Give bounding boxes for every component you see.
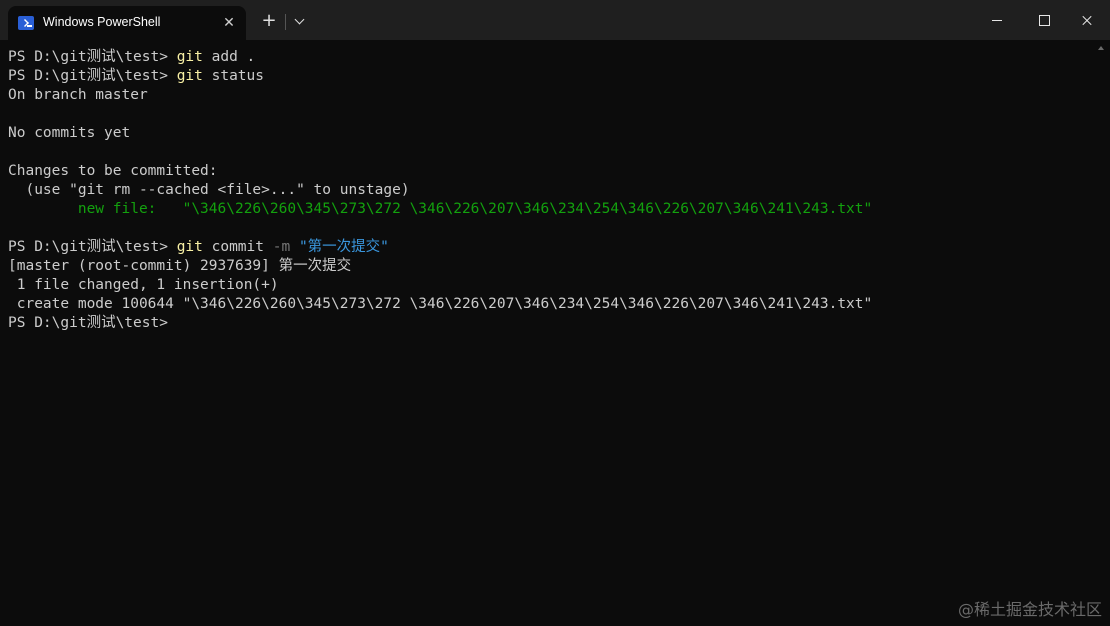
terminal-text: -m (272, 239, 291, 255)
terminal-text: git (176, 68, 203, 84)
terminal-line: [master (root-commit) 2937639] 第一次提交 (8, 257, 872, 276)
terminal-text: Changes to be committed: (8, 163, 218, 179)
terminal-text: [master (root-commit) 2937639] 第一次提交 (8, 258, 352, 274)
terminal-line: 1 file changed, 1 insertion(+) (8, 276, 872, 295)
chevron-down-icon[interactable] (289, 9, 311, 33)
terminal-text: On branch master (8, 87, 148, 103)
minimize-button[interactable] (974, 0, 1020, 40)
terminal-line: (use "git rm --cached <file>..." to unst… (8, 181, 872, 200)
terminal-text: new file: "\346\226\260\345\273\272 \346… (8, 201, 873, 217)
tab-close-icon[interactable]: ✕ (218, 12, 240, 34)
terminal-lines: PS D:\git测试\test> git add . PS D:\git测试\t… (8, 48, 872, 333)
terminal-text: commit (202, 239, 273, 255)
terminal-text: 1 file changed, 1 insertion(+) (8, 277, 279, 293)
tab-divider (285, 14, 286, 30)
terminal-line: PS D:\git测试\test> (8, 314, 872, 333)
terminal-line: new file: "\346\226\260\345\273\272 \346… (8, 200, 872, 219)
tab-windows-powershell[interactable]: Windows PowerShell ✕ (8, 6, 246, 40)
terminal-line: On branch master (8, 86, 872, 105)
terminal-text: (use "git rm --cached <file>..." to unst… (8, 182, 410, 198)
terminal-text: PS D:\git测试\test> (8, 239, 177, 255)
title-bar: Windows PowerShell ✕ + (0, 0, 1110, 40)
terminal-text: create mode 100644 "\346\226\260\345\273… (8, 296, 873, 312)
terminal-text: No commits yet (8, 125, 131, 141)
terminal-text: add . (202, 49, 256, 65)
terminal-line: create mode 100644 "\346\226\260\345\273… (8, 295, 873, 314)
terminal-text: PS D:\git测试\test> (8, 49, 177, 65)
terminal-line: Changes to be committed: (8, 162, 872, 181)
maximize-button[interactable] (1020, 0, 1066, 40)
terminal-output[interactable]: PS D:\git测试\test> git add . PS D:\git测试\t… (0, 40, 1110, 626)
terminal-line: No commits yet (8, 124, 872, 143)
terminal-text: "第一次提交" (298, 239, 389, 255)
terminal-text: PS D:\git测试\test> (8, 315, 168, 331)
terminal-line: PS D:\git测试\test> git commit -m "第一次提交" (8, 238, 872, 257)
terminal-text: PS D:\git测试\test> (8, 68, 177, 84)
powershell-icon (18, 16, 34, 30)
terminal-text: git (176, 49, 203, 65)
scroll-up-arrow-icon[interactable] (1098, 46, 1104, 50)
terminal-line: PS D:\git测试\test> git add . (8, 48, 872, 67)
terminal-text: git (176, 239, 203, 255)
terminal-text: status (202, 68, 264, 84)
watermark: @稀土掘金技术社区 (957, 600, 1102, 619)
terminal-line: PS D:\git测试\test> git status (8, 67, 872, 86)
close-window-button[interactable] (1064, 0, 1110, 40)
tab-title: Windows PowerShell (43, 15, 161, 29)
new-tab-button[interactable]: + (257, 9, 281, 33)
